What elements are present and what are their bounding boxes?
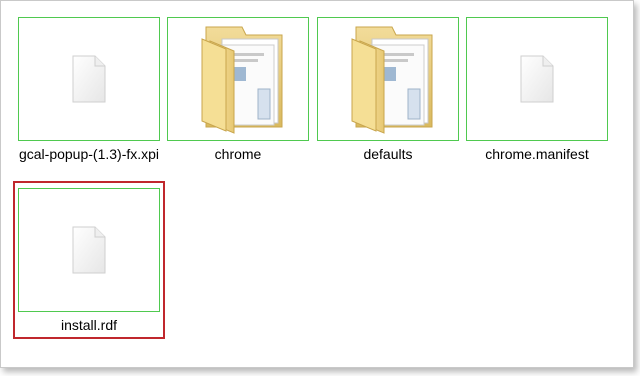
- folder-thumbnail[interactable]: [167, 17, 309, 141]
- file-name-label: install.rdf: [60, 317, 118, 333]
- folder-icon: [351, 26, 433, 134]
- folder-thumbnail[interactable]: [317, 17, 459, 141]
- file-icon: [520, 55, 554, 103]
- folder-name-label: defaults: [363, 146, 413, 162]
- file-thumbnail[interactable]: [18, 17, 160, 141]
- file-thumbnail[interactable]: [466, 17, 608, 141]
- file-view-pane: gcal-popup-(1.3)-fx.xpi chrome defaults …: [0, 0, 634, 368]
- file-name-label: chrome.manifest: [485, 146, 589, 162]
- file-icon: [72, 55, 106, 103]
- folder-name-label: chrome: [214, 146, 262, 162]
- folder-icon: [201, 26, 283, 134]
- file-name-label: gcal-popup-(1.3)-fx.xpi: [18, 146, 160, 162]
- file-icon: [72, 226, 106, 274]
- file-thumbnail[interactable]: [18, 188, 160, 312]
